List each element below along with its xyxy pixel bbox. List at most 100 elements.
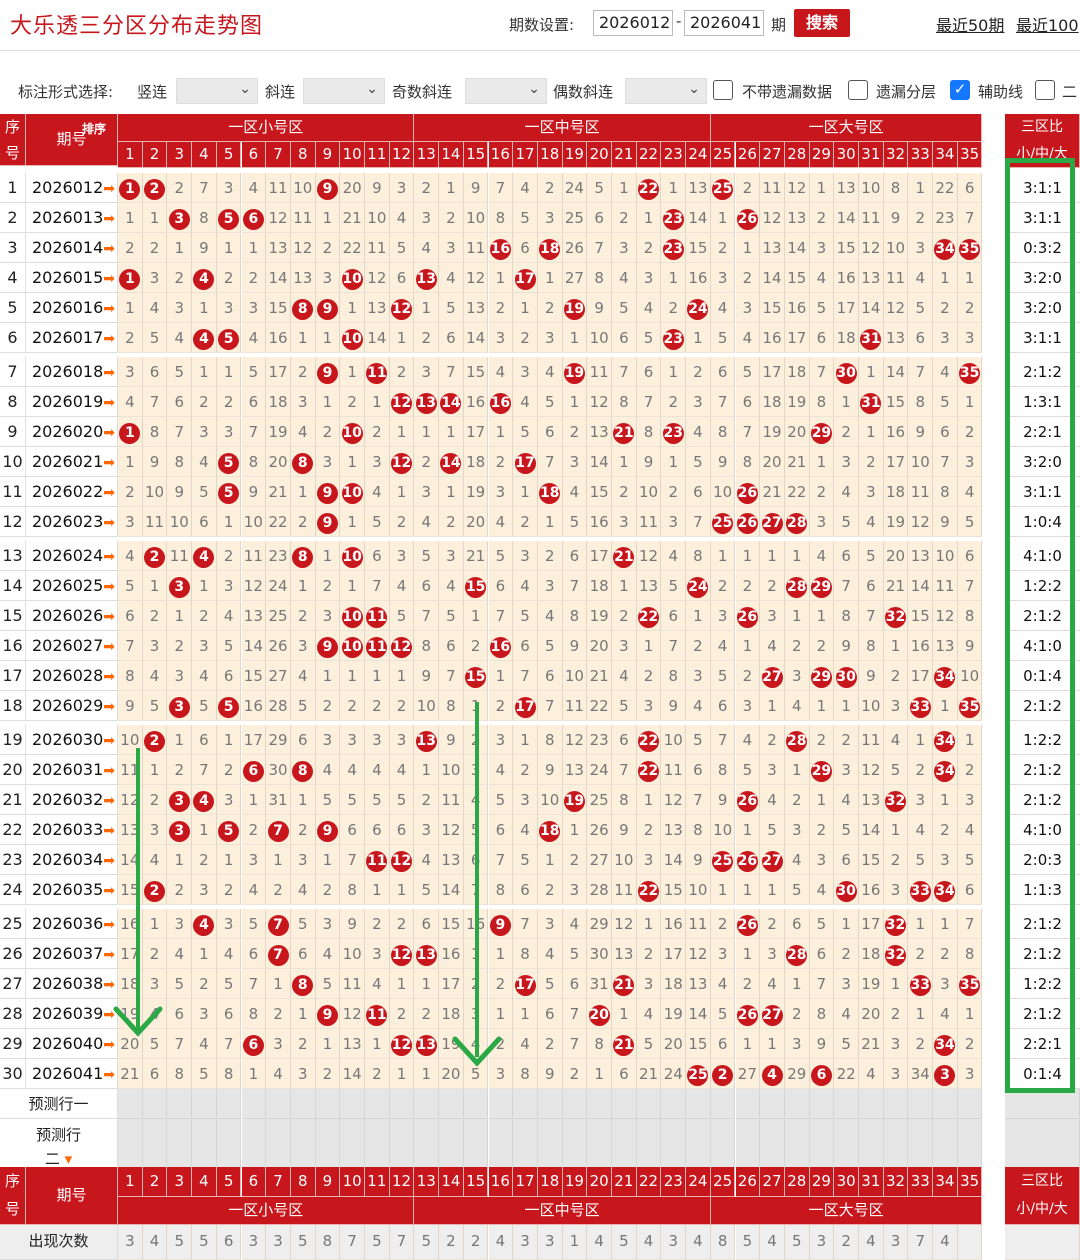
predict-cell[interactable] bbox=[933, 1119, 958, 1174]
predict-cell[interactable] bbox=[661, 1089, 687, 1119]
predict-cell[interactable] bbox=[686, 1119, 711, 1174]
predict-cell[interactable] bbox=[463, 1089, 489, 1119]
row-period[interactable]: 2026015➡ bbox=[26, 263, 118, 293]
predict-cell[interactable] bbox=[784, 1119, 810, 1174]
predict-cell[interactable] bbox=[340, 1119, 365, 1174]
row-period[interactable]: 2026039➡ bbox=[26, 999, 118, 1029]
predict-cell[interactable] bbox=[266, 1119, 291, 1174]
row-period[interactable]: 2026018➡ bbox=[26, 357, 118, 387]
row-period[interactable]: 2026025➡ bbox=[26, 571, 118, 601]
row-period[interactable]: 2026040➡ bbox=[26, 1029, 118, 1059]
predict-cell[interactable] bbox=[414, 1089, 440, 1119]
predict-cell[interactable] bbox=[290, 1119, 316, 1174]
predict-cell[interactable] bbox=[266, 1089, 291, 1119]
predict-cell[interactable] bbox=[216, 1119, 242, 1174]
predict-cell[interactable] bbox=[686, 1089, 711, 1119]
predict-cell[interactable] bbox=[883, 1089, 909, 1119]
row-period[interactable]: 2026026➡ bbox=[26, 601, 118, 631]
predict-cell[interactable] bbox=[488, 1089, 514, 1119]
row-period[interactable]: 2026034➡ bbox=[26, 845, 118, 875]
predict-cell[interactable] bbox=[241, 1119, 267, 1174]
row-period[interactable]: 2026030➡ bbox=[26, 725, 118, 755]
predict-cell[interactable] bbox=[760, 1119, 785, 1174]
predict-cell[interactable] bbox=[809, 1119, 835, 1174]
row-period[interactable]: 2026036➡ bbox=[26, 909, 118, 939]
predict-cell[interactable] bbox=[192, 1089, 217, 1119]
predict-cell[interactable] bbox=[809, 1089, 835, 1119]
row-period[interactable]: 2026023➡ bbox=[26, 507, 118, 537]
predict-cell[interactable] bbox=[834, 1089, 859, 1119]
predict-cell[interactable] bbox=[760, 1089, 785, 1119]
predict-cell[interactable] bbox=[908, 1089, 934, 1119]
row-period[interactable]: 2026031➡ bbox=[26, 755, 118, 785]
predict-cell[interactable] bbox=[883, 1119, 909, 1174]
sort-button[interactable]: 排序 bbox=[74, 120, 114, 156]
predict-cell[interactable] bbox=[859, 1089, 884, 1119]
row-period[interactable]: 2026024➡ bbox=[26, 541, 118, 571]
predict-cell[interactable] bbox=[414, 1119, 440, 1174]
row-period[interactable]: 2026016➡ bbox=[26, 293, 118, 323]
predict-cell[interactable] bbox=[784, 1089, 810, 1119]
predict-cell[interactable] bbox=[315, 1089, 341, 1119]
predict-cell[interactable] bbox=[142, 1089, 168, 1119]
predict-cell[interactable] bbox=[192, 1119, 217, 1174]
predict-cell[interactable] bbox=[587, 1089, 612, 1119]
predict-cell[interactable] bbox=[537, 1119, 563, 1174]
predict-cell[interactable] bbox=[834, 1119, 859, 1174]
row-period[interactable]: 2026033➡ bbox=[26, 815, 118, 845]
predict-cell[interactable] bbox=[859, 1119, 884, 1174]
predict-cell[interactable] bbox=[439, 1089, 464, 1119]
predict-cell[interactable] bbox=[661, 1119, 687, 1174]
row-period[interactable]: 2026029➡ bbox=[26, 691, 118, 721]
row-period[interactable]: 2026019➡ bbox=[26, 387, 118, 417]
predict-cell[interactable] bbox=[587, 1119, 612, 1174]
predict-cell[interactable] bbox=[365, 1089, 390, 1119]
predict-cell[interactable] bbox=[389, 1119, 415, 1174]
predict-cell[interactable] bbox=[612, 1089, 637, 1119]
row-period[interactable]: 2026017➡ bbox=[26, 323, 118, 353]
predict-cell[interactable] bbox=[636, 1089, 662, 1119]
predict-cell[interactable] bbox=[463, 1119, 489, 1174]
row-period[interactable]: 2026014➡ bbox=[26, 233, 118, 263]
predict-cell[interactable] bbox=[957, 1089, 983, 1119]
row-period[interactable]: 2026035➡ bbox=[26, 875, 118, 905]
row-period[interactable]: 2026028➡ bbox=[26, 661, 118, 691]
predict-cell[interactable] bbox=[365, 1119, 390, 1174]
predict-ratio-cell[interactable] bbox=[1005, 1119, 1080, 1174]
predict-cell[interactable] bbox=[710, 1119, 736, 1174]
row-period[interactable]: 2026022➡ bbox=[26, 477, 118, 507]
predict-cell[interactable] bbox=[513, 1089, 538, 1119]
predict-cell[interactable] bbox=[340, 1089, 365, 1119]
predict-cell[interactable] bbox=[537, 1089, 563, 1119]
row-period[interactable]: 2026032➡ bbox=[26, 785, 118, 815]
predict-cell[interactable] bbox=[315, 1119, 341, 1174]
row-period[interactable]: 2026012➡ bbox=[26, 173, 118, 203]
row-period[interactable]: 2026041➡ bbox=[26, 1059, 118, 1089]
predict-cell[interactable] bbox=[612, 1119, 637, 1174]
predict-cell[interactable] bbox=[735, 1119, 761, 1174]
row-period[interactable]: 2026020➡ bbox=[26, 417, 118, 447]
predict-cell[interactable] bbox=[513, 1119, 538, 1174]
row-period[interactable]: 2026013➡ bbox=[26, 203, 118, 233]
predict-cell[interactable] bbox=[389, 1089, 415, 1119]
predict-cell[interactable] bbox=[118, 1089, 143, 1119]
predict-cell[interactable] bbox=[735, 1089, 761, 1119]
predict-cell[interactable] bbox=[118, 1119, 143, 1174]
row-period[interactable]: 2026037➡ bbox=[26, 939, 118, 969]
predict-cell[interactable] bbox=[439, 1119, 464, 1174]
predict-cell[interactable] bbox=[142, 1119, 168, 1174]
predict-cell[interactable] bbox=[290, 1089, 316, 1119]
predict-cell[interactable] bbox=[241, 1089, 267, 1119]
predict-cell[interactable] bbox=[562, 1119, 588, 1174]
predict-cell[interactable] bbox=[167, 1119, 193, 1174]
row-period[interactable]: 2026027➡ bbox=[26, 631, 118, 661]
predict-ratio-cell[interactable] bbox=[1005, 1089, 1080, 1119]
predict-cell[interactable] bbox=[908, 1119, 934, 1174]
predict-cell[interactable] bbox=[216, 1089, 242, 1119]
predict-cell[interactable] bbox=[957, 1119, 983, 1174]
predict-cell[interactable] bbox=[710, 1089, 736, 1119]
predict-cell[interactable] bbox=[488, 1119, 514, 1174]
predict-cell[interactable] bbox=[933, 1089, 958, 1119]
predict-cell[interactable] bbox=[636, 1119, 662, 1174]
row-period[interactable]: 2026038➡ bbox=[26, 969, 118, 999]
